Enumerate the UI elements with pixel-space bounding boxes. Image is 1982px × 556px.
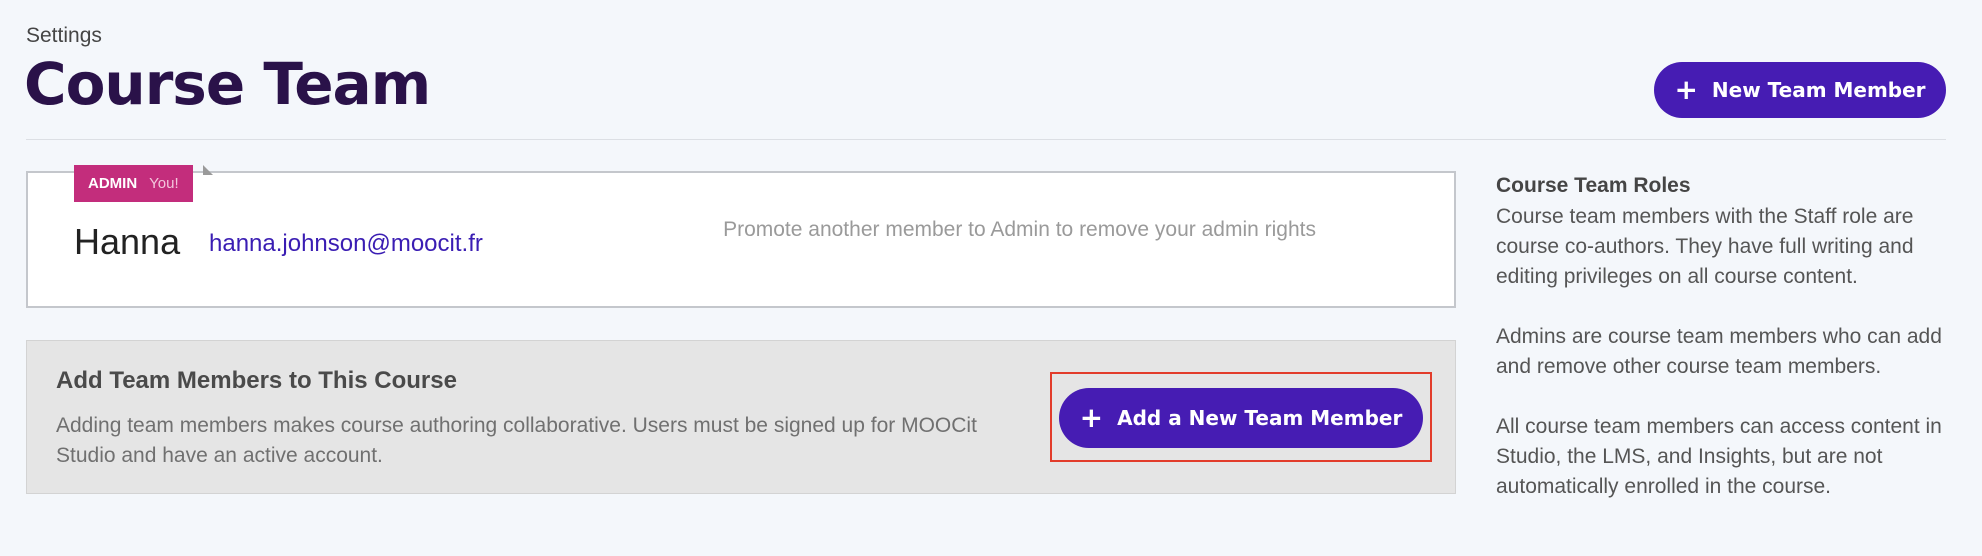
add-new-team-member-button[interactable]: + Add a New Team Member <box>1059 388 1423 448</box>
admin-badge: ADMIN You! <box>74 165 193 202</box>
plus-icon: + <box>1079 401 1104 434</box>
sidebar-paragraph-access: All course team members can access conte… <box>1496 415 1942 498</box>
page-title: Course Team <box>24 50 431 118</box>
sidebar-paragraph-staff: Course team members with the Staff role … <box>1496 205 1914 288</box>
add-panel-description: Adding team members makes course authori… <box>56 414 977 467</box>
admin-note: Promote another member to Admin to remov… <box>723 218 1316 241</box>
role-label: ADMIN <box>88 175 138 192</box>
new-team-member-button[interactable]: + New Team Member <box>1654 62 1946 118</box>
header-divider <box>26 139 1946 140</box>
plus-icon: + <box>1674 73 1698 106</box>
sidebar-title: Course Team Roles <box>1496 174 1691 197</box>
sidebar-paragraph-admins: Admins are course team members who can a… <box>1496 325 1942 378</box>
add-new-team-member-label: Add a New Team Member <box>1117 406 1403 430</box>
breadcrumb: Settings <box>26 24 102 47</box>
course-team-roles-sidebar: Course Team Roles Course team members wi… <box>1496 170 1946 532</box>
add-panel-title: Add Team Members to This Course <box>56 367 457 394</box>
member-email-link[interactable]: hanna.johnson@moocit.fr <box>209 230 483 258</box>
member-name: Hanna <box>74 221 181 262</box>
new-team-member-label: New Team Member <box>1711 78 1926 102</box>
you-label: You! <box>149 175 179 192</box>
badge-fold <box>203 165 213 175</box>
team-member-card: ADMIN You! Hanna hanna.johnson@moocit.fr… <box>26 165 1456 308</box>
